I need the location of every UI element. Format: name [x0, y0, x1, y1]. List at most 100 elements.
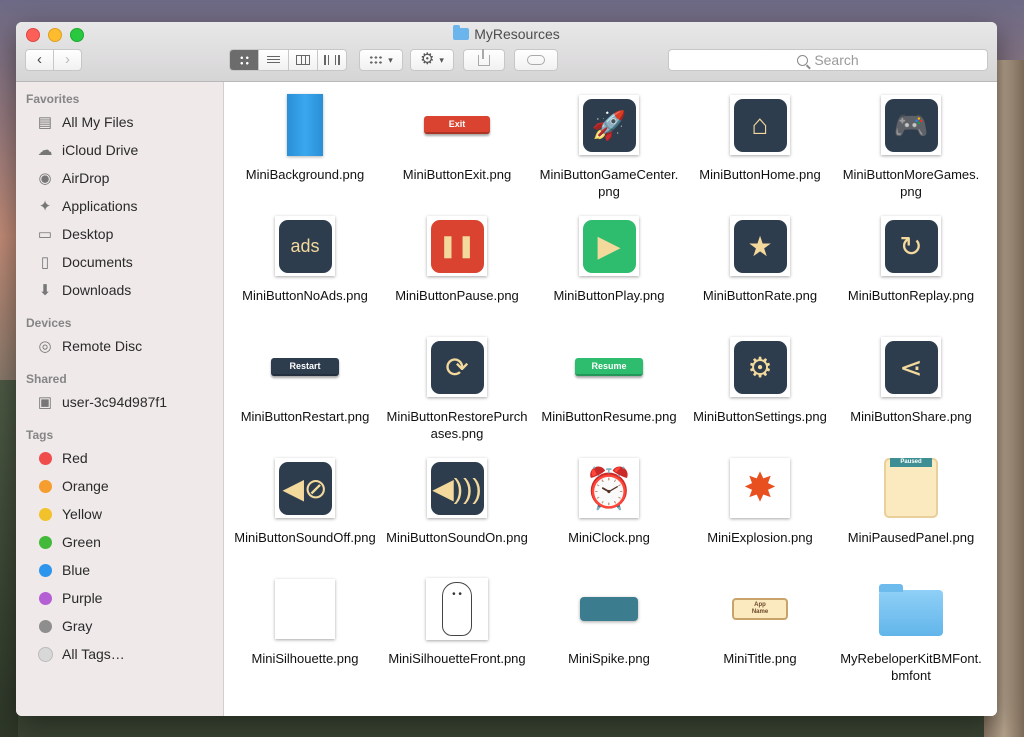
file-name: MiniButtonPause.png — [395, 288, 519, 303]
file-item[interactable]: ↻ MiniButtonReplay.png — [836, 213, 986, 304]
cover-flow-button[interactable] — [318, 50, 346, 70]
sidebar-tag-label: Red — [62, 450, 88, 466]
view-mode-buttons — [229, 49, 347, 71]
tag-color-icon — [36, 533, 54, 551]
tags-section-title: Tags — [26, 428, 54, 442]
back-button[interactable]: ‹ — [26, 50, 54, 70]
file-item[interactable]: ◀))) MiniButtonSoundOn.png — [382, 455, 532, 546]
file-item[interactable]: MyRebeloperKitBMFont.bmfont — [836, 576, 986, 684]
file-item[interactable]: MiniSilhouette.png — [230, 576, 380, 667]
sidebar-tag-item[interactable]: Orange — [16, 472, 223, 500]
file-item[interactable]: Restart MiniButtonRestart.png — [230, 334, 380, 425]
sidebar-tag-item[interactable]: Red — [16, 444, 223, 472]
file-item[interactable]: App Name MiniTitle.png — [685, 576, 835, 667]
file-item[interactable]: ★ MiniButtonRate.png — [685, 213, 835, 304]
no-ads-icon: ads — [272, 213, 338, 279]
sidebar-item[interactable]: ▣ user-3c94d987f1 — [16, 388, 223, 416]
file-item[interactable]: Paused MiniPausedPanel.png — [836, 455, 986, 546]
sidebar-item-label: Documents — [62, 254, 133, 270]
file-name: MiniSilhouetteFront.png — [388, 651, 526, 666]
icon-view-button[interactable] — [230, 50, 260, 70]
applications-icon: ✦ — [38, 198, 52, 215]
sidebar-item-label: user-3c94d987f1 — [62, 394, 168, 410]
tag-color-icon — [36, 449, 54, 467]
columns-icon — [295, 55, 310, 65]
search-placeholder: Search — [814, 52, 859, 68]
tag-color-icon — [36, 589, 54, 607]
home-icon: ⌂ — [727, 92, 793, 158]
cloud-icon: ☁ — [37, 142, 53, 159]
sidebar-tag-item[interactable]: Yellow — [16, 500, 223, 528]
file-item[interactable]: ⟳ MiniButtonRestorePurchases.png — [382, 334, 532, 442]
silhouette-icon — [272, 576, 338, 642]
sidebar-tag-label: All Tags… — [62, 646, 125, 662]
sidebar-item[interactable]: ✦ Applications — [16, 192, 223, 220]
file-name: MiniButtonResume.png — [541, 409, 677, 424]
file-item[interactable]: Exit MiniButtonExit.png — [382, 92, 532, 183]
sidebar-tag-label: Green — [62, 534, 101, 550]
file-name: MiniButtonPlay.png — [553, 288, 665, 303]
silhouette-front-icon: • • — [424, 576, 490, 642]
sidebar-tag-item[interactable]: Purple — [16, 584, 223, 612]
sidebar-tag-item[interactable]: Gray — [16, 612, 223, 640]
sidebar-item[interactable]: ▭ Desktop — [16, 220, 223, 248]
search-field[interactable]: Search — [668, 49, 988, 71]
file-item[interactable]: ❚❚ MiniButtonPause.png — [382, 213, 532, 304]
sidebar-item[interactable]: ◎ Remote Disc — [16, 332, 223, 360]
file-name: MiniButtonGameCenter.png — [539, 167, 679, 199]
cover-flow-icon — [323, 55, 340, 65]
file-name: MiniButtonHome.png — [699, 167, 821, 182]
sidebar-item[interactable]: ▤ All My Files — [16, 108, 223, 136]
file-item[interactable]: ads MiniButtonNoAds.png — [230, 213, 380, 304]
file-item[interactable]: Resume MiniButtonResume.png — [534, 334, 684, 425]
tag-color-icon — [36, 477, 54, 495]
airdrop-icon: ◉ — [38, 170, 52, 187]
file-item[interactable]: MiniBackground.png — [230, 92, 380, 183]
file-item[interactable]: ⏰ MiniClock.png — [534, 455, 684, 546]
sidebar-tag-item[interactable]: All Tags… — [16, 640, 223, 668]
forward-button[interactable]: › — [54, 50, 81, 70]
file-item[interactable]: ◀⊘ MiniButtonSoundOff.png — [230, 455, 380, 546]
sidebar-item-label: All My Files — [62, 114, 134, 130]
sidebar-item-label: Desktop — [62, 226, 114, 242]
file-item[interactable]: ⌂ MiniButtonHome.png — [685, 92, 835, 183]
documents-icon: ▯ — [40, 254, 50, 271]
exit-button-icon: Exit — [424, 92, 490, 158]
restore-icon: ⟳ — [424, 334, 490, 400]
share-button[interactable] — [463, 48, 505, 71]
column-view-button[interactable] — [289, 50, 318, 70]
file-name: MiniButtonSettings.png — [693, 409, 827, 424]
rocket-icon: 🚀 — [576, 92, 642, 158]
tag-color-icon — [36, 505, 54, 523]
sidebar-item-label: Downloads — [62, 282, 132, 298]
paused-panel-icon: Paused — [878, 455, 944, 521]
sidebar-tag-item[interactable]: Green — [16, 528, 223, 556]
file-name: MiniButtonSoundOff.png — [234, 530, 376, 545]
arrange-button[interactable]: ▾ — [359, 49, 403, 71]
sidebar-item[interactable]: ☁ iCloud Drive — [16, 136, 223, 164]
file-name: MiniPausedPanel.png — [847, 530, 975, 545]
action-button[interactable]: ⚙ ▾ — [410, 49, 454, 71]
file-item[interactable]: ▶ MiniButtonPlay.png — [534, 213, 684, 304]
explosion-icon: ✸ — [727, 455, 793, 521]
file-item[interactable]: ⚙ MiniButtonSettings.png — [685, 334, 835, 425]
edit-tags-button[interactable] — [514, 49, 558, 71]
file-item[interactable]: ⋖ MiniButtonShare.png — [836, 334, 986, 425]
file-item[interactable]: 🎮 MiniButtonMoreGames.png — [836, 92, 986, 200]
sidebar-item[interactable]: ▯ Documents — [16, 248, 223, 276]
file-name: MiniBackground.png — [245, 167, 365, 182]
file-item[interactable]: 🚀 MiniButtonGameCenter.png — [534, 92, 684, 200]
file-name: MiniButtonRestorePurchases.png — [386, 409, 528, 441]
file-item[interactable]: ✸ MiniExplosion.png — [685, 455, 835, 546]
sidebar-item[interactable]: ◉ AirDrop — [16, 164, 223, 192]
computer-icon: ▣ — [37, 394, 53, 411]
file-item[interactable]: MiniSpike.png — [534, 576, 684, 667]
sidebar-tag-item[interactable]: Blue — [16, 556, 223, 584]
file-grid: MiniBackground.png Exit MiniButtonExit.png… — [224, 82, 997, 716]
list-view-button[interactable] — [259, 50, 289, 70]
shared-section-title: Shared — [26, 372, 67, 386]
sidebar-item[interactable]: ⬇ Downloads — [16, 276, 223, 304]
gear-icon: ⚙ — [420, 51, 435, 68]
folder-icon — [878, 576, 944, 642]
file-item[interactable]: • • MiniSilhouetteFront.png — [382, 576, 532, 667]
